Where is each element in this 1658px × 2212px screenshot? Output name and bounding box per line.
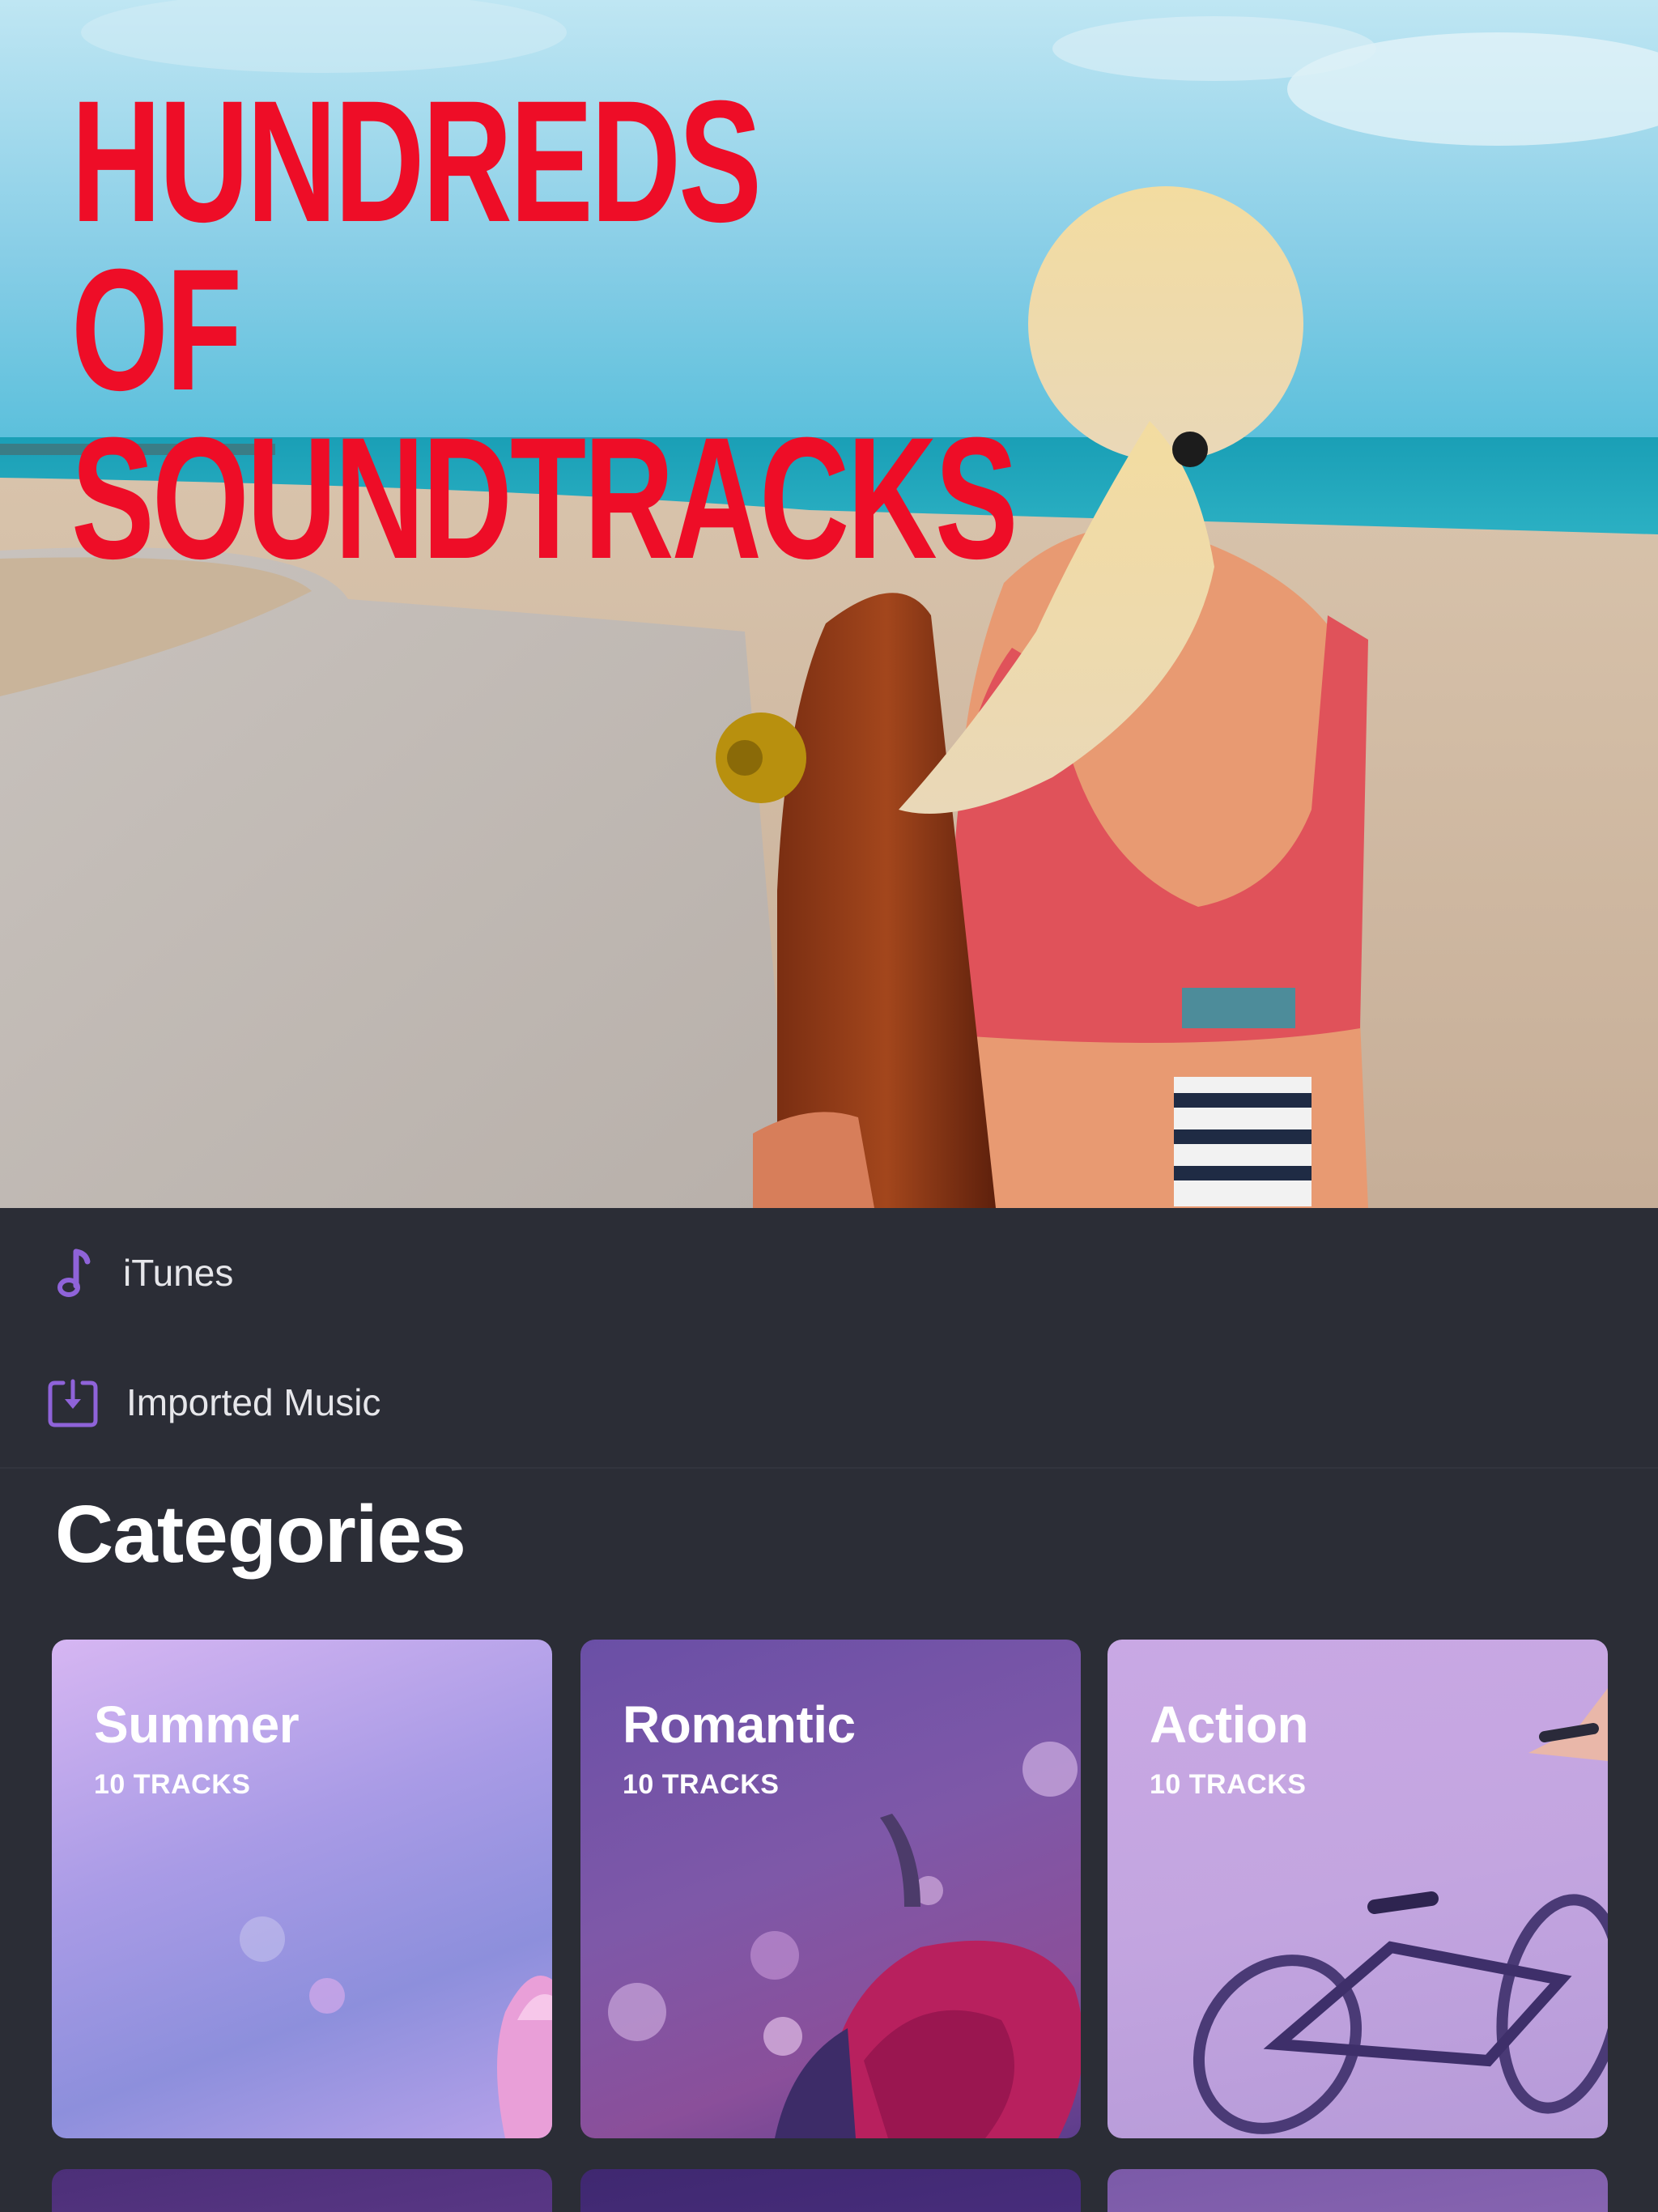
card-track-count: 10 TRACKS [623,1769,780,1800]
card-title: Action [1150,1695,1309,1754]
card-track-count: 10 TRACKS [94,1769,251,1800]
category-card-action[interactable]: Action 10 TRACKS [1107,1640,1608,2138]
source-label: iTunes [123,1252,234,1294]
hero-title-line-1: HUNDREDS OF [71,65,762,427]
import-download-icon [47,1376,99,1428]
hero-title-line-2: SOUNDTRACKS [71,402,1018,595]
app-screen: HUNDREDS OF SOUNDTRACKS iTunes Imported … [0,0,1658,2212]
music-note-icon [49,1247,100,1299]
hero-banner[interactable]: HUNDREDS OF SOUNDTRACKS [0,0,1658,1208]
source-row-itunes[interactable]: iTunes [0,1208,1658,1339]
hero-title: HUNDREDS OF SOUNDTRACKS [71,65,1018,595]
categories-heading: Categories [55,1489,466,1580]
card-title: Summer [94,1695,300,1754]
card-track-count: 10 TRACKS [1150,1769,1307,1800]
source-label: Imported Music [126,1381,381,1423]
card-title: Romantic [623,1695,856,1754]
category-card[interactable] [52,2169,552,2212]
source-row-imported-music[interactable]: Imported Music [0,1338,1658,1469]
category-card[interactable] [1107,2169,1608,2212]
category-card-romantic[interactable]: Romantic 10 TRACKS [580,1640,1081,2138]
category-card-summer[interactable]: Summer 10 TRACKS [52,1640,552,2138]
category-card[interactable] [580,2169,1081,2212]
